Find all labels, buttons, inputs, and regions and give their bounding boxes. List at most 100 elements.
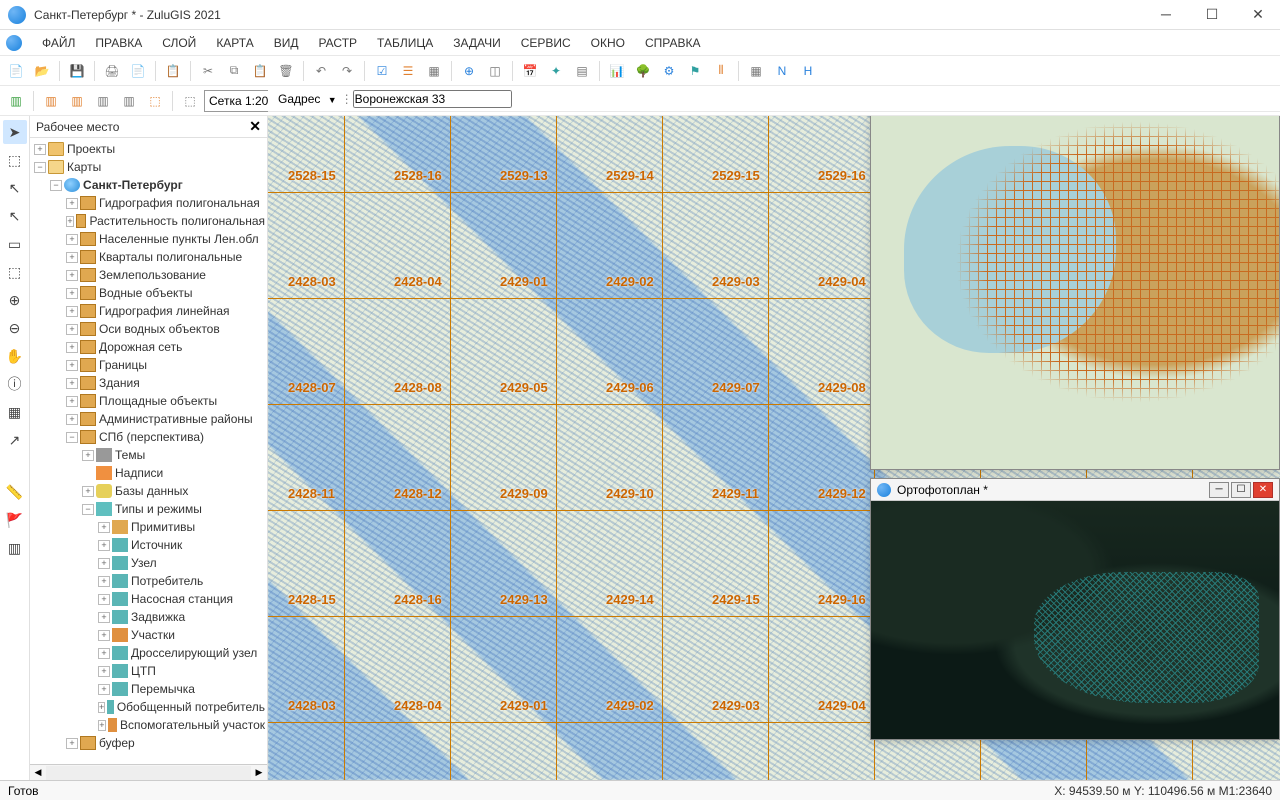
open-button[interactable]: 📂	[30, 59, 54, 83]
menu-file[interactable]: ФАЙЛ	[32, 33, 85, 53]
paste-button[interactable]: 📋	[248, 59, 272, 83]
app-menu-icon[interactable]	[6, 35, 22, 51]
print-preview-button[interactable]: 📄	[126, 59, 150, 83]
pan-tool[interactable]: ✋	[3, 344, 27, 368]
ruler-tool[interactable]: 📏	[3, 480, 27, 504]
tree-button[interactable]: 🌳	[631, 59, 655, 83]
tree-type-item[interactable]: +Задвижка	[30, 608, 267, 626]
tree-layer[interactable]: +Населенные пункты Лен.обл	[30, 230, 267, 248]
node-tool[interactable]: ↖	[3, 204, 27, 228]
overview-window[interactable]: Санкт-Петербург * ─ ☐ ✕	[870, 116, 1280, 470]
tree-perspective[interactable]: СПб (перспектива)	[99, 430, 204, 444]
cut-button[interactable]: ✂	[196, 59, 220, 83]
menu-edit[interactable]: ПРАВКА	[85, 33, 152, 53]
tree-layer[interactable]: +Кварталы полигональные	[30, 248, 267, 266]
tree-layer[interactable]: +Административные районы	[30, 410, 267, 428]
tree-types-modes[interactable]: Типы и режимы	[115, 502, 202, 516]
menu-service[interactable]: СЕРВИС	[511, 33, 581, 53]
network-button[interactable]: ⚙	[657, 59, 681, 83]
workspace-tree[interactable]: +Проекты −Карты −Санкт-Петербург +Гидрог…	[30, 138, 267, 764]
tree-databases[interactable]: Базы данных	[115, 484, 188, 498]
calendar-button[interactable]: 📅	[518, 59, 542, 83]
tree-spb[interactable]: Санкт-Петербург	[83, 178, 183, 192]
tree-layer[interactable]: +Дорожная сеть	[30, 338, 267, 356]
menu-help[interactable]: СПРАВКА	[635, 33, 711, 53]
tree-type-item[interactable]: +Насосная станция	[30, 590, 267, 608]
layer-settings-button[interactable]: ▥	[117, 89, 141, 113]
tree-projects[interactable]: Проекты	[67, 142, 115, 156]
layer-style-button[interactable]: ▥	[65, 89, 89, 113]
new-button[interactable]: 📄	[4, 59, 28, 83]
panel-close-button[interactable]: ✕	[249, 118, 261, 135]
redo-button[interactable]: ↷	[335, 59, 359, 83]
delete-button[interactable]: 🗑	[274, 59, 298, 83]
tree-layer[interactable]: +Площадные объекты	[30, 392, 267, 410]
magic-button[interactable]: ✦	[544, 59, 568, 83]
info-tool[interactable]: ⓘ	[3, 372, 27, 396]
properties-button[interactable]: ☑	[370, 59, 394, 83]
map-viewport[interactable]: 2528-152528-162529-132529-142529-152529-…	[268, 116, 1280, 780]
frame-tool[interactable]: ⬚	[3, 260, 27, 284]
search-input[interactable]	[353, 90, 512, 108]
page-setup-button[interactable]: 📋	[161, 59, 185, 83]
layer-edit-button[interactable]: ▥	[39, 89, 63, 113]
ortho-map[interactable]	[871, 501, 1279, 739]
edit-tool[interactable]: ▭	[3, 232, 27, 256]
grid-toggle-button[interactable]: ⬚	[178, 89, 202, 113]
menu-raster[interactable]: РАСТР	[308, 33, 367, 53]
menu-view[interactable]: ВИД	[264, 33, 309, 53]
layer-labels-button[interactable]: ⬚	[143, 89, 167, 113]
ortho-window[interactable]: Ортофотоплан * ─ ☐ ✕	[870, 478, 1280, 740]
table-button[interactable]: ▦	[422, 59, 446, 83]
tree-type-item[interactable]: +Участки	[30, 626, 267, 644]
close-button[interactable]: ✕	[1244, 6, 1272, 23]
ortho-maximize[interactable]: ☐	[1231, 482, 1251, 498]
search-type-combo[interactable]: адрес ▼	[287, 92, 336, 106]
maximize-button[interactable]: ☐	[1198, 6, 1226, 23]
zoom-in-tool[interactable]: ⊕	[3, 288, 27, 312]
layers-button[interactable]: ☰	[396, 59, 420, 83]
zoom-out-tool[interactable]: ⊖	[3, 316, 27, 340]
tree-layer[interactable]: +Оси водных объектов	[30, 320, 267, 338]
copy-button[interactable]: ⧉	[222, 59, 246, 83]
undo-button[interactable]: ↶	[309, 59, 333, 83]
minimize-button[interactable]: ─	[1152, 6, 1180, 23]
tree-type-item[interactable]: +Примитивы	[30, 518, 267, 536]
tree-labels[interactable]: Надписи	[115, 466, 163, 480]
tree-layer[interactable]: +Гидрография линейная	[30, 302, 267, 320]
tree-themes[interactable]: Темы	[115, 448, 145, 462]
menu-table[interactable]: ТАБЛИЦА	[367, 33, 443, 53]
tree-type-item[interactable]: +ЦТП	[30, 662, 267, 680]
tree-type-item[interactable]: +Обобщенный потребитель	[30, 698, 267, 716]
menu-map[interactable]: КАРТА	[206, 33, 263, 53]
pipes-button[interactable]: ⫴	[709, 59, 733, 83]
tree-layer[interactable]: +Здания	[30, 374, 267, 392]
tree-layer[interactable]: +Растительность полигональная	[30, 212, 267, 230]
tool2-button[interactable]: ▤	[570, 59, 594, 83]
print-button[interactable]: 🖨	[100, 59, 124, 83]
tool1-button[interactable]: ◫	[483, 59, 507, 83]
ortho-minimize[interactable]: ─	[1209, 482, 1229, 498]
grid-button[interactable]: ▦	[744, 59, 768, 83]
menu-window[interactable]: ОКНО	[581, 33, 635, 53]
save-button[interactable]: 💾	[65, 59, 89, 83]
misc-tool[interactable]: ▥	[3, 536, 27, 560]
tree-type-item[interactable]: +Дросселирующий узел	[30, 644, 267, 662]
overview-map[interactable]	[871, 116, 1279, 469]
layer-props-button[interactable]: ▥	[91, 89, 115, 113]
tree-layer[interactable]: +Гидрография полигональная	[30, 194, 267, 212]
tree-layer[interactable]: +Границы	[30, 356, 267, 374]
tree-layer[interactable]: +Водные объекты	[30, 284, 267, 302]
layers-tool[interactable]: ▦	[3, 400, 27, 424]
tree-type-item[interactable]: +Узел	[30, 554, 267, 572]
compass-button[interactable]: N	[770, 59, 794, 83]
tree-type-item[interactable]: +Вспомогательный участок	[30, 716, 267, 734]
tree-buffer[interactable]: буфер	[99, 736, 135, 750]
ortho-close[interactable]: ✕	[1253, 482, 1273, 498]
home-button[interactable]: H	[796, 59, 820, 83]
select-rect-tool[interactable]: ⬚	[3, 148, 27, 172]
chart-button[interactable]: 📊	[605, 59, 629, 83]
valve-button[interactable]: ⚑	[683, 59, 707, 83]
pointer-tool[interactable]: ➤	[3, 120, 27, 144]
menu-layer[interactable]: СЛОЙ	[152, 33, 206, 53]
